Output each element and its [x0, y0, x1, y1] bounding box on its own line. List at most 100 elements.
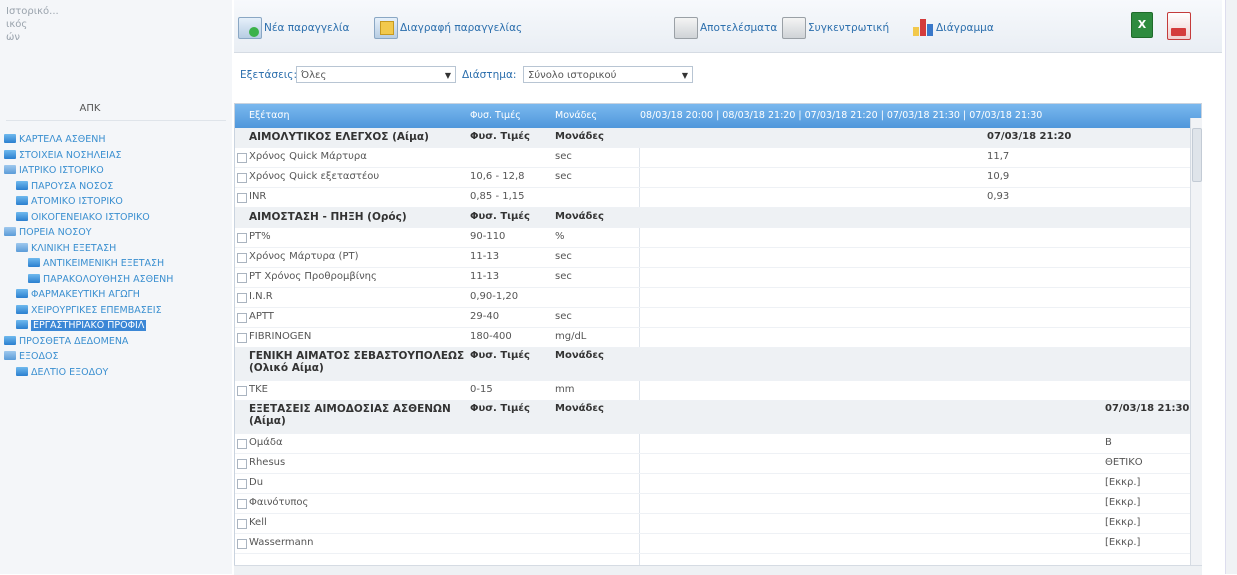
sidebar-item[interactable]: ΑΤΟΜΙΚΟ ΙΣΤΟΡΙΚΟ — [4, 196, 232, 209]
sidebar-item[interactable]: ΟΙΚΟΓΕΝΕΙΑΚΟ ΙΣΤΟΡΙΚΟ — [4, 211, 232, 225]
row-checkbox[interactable] — [237, 293, 247, 303]
sidebar-item[interactable]: ΠΡΟΣΘΕΤΑ ΔΕΔΟΜΕΝΑ — [4, 335, 232, 349]
column-header-dates[interactable]: 08/03/18 20:00 | 08/03/18 21:20 | 07/03/… — [640, 110, 1195, 121]
summary-label: Συγκεντρωτική — [808, 22, 890, 34]
summary-button[interactable]: Συγκεντρωτική — [782, 16, 889, 40]
divider — [6, 120, 226, 121]
page-icon — [16, 289, 28, 298]
table-row[interactable]: I.N.R 0,90-1,20 — [235, 288, 1201, 308]
sidebar-item[interactable]: ΣΤΟΙΧΕΙΑ ΝΟΣΗΛΕΙΑΣ — [4, 149, 232, 163]
page-icon — [4, 149, 16, 159]
row-checkbox[interactable] — [237, 313, 247, 323]
row-checkbox[interactable] — [237, 386, 247, 396]
sidebar-item[interactable]: ΕΡΓΑΣΤΗΡΙΑΚΟ ΠΡΟΦΙΛ — [4, 320, 232, 333]
row-checkbox[interactable] — [237, 153, 247, 163]
table-row[interactable]: PT Χρόνος Προθρομβίνης 11-13 sec — [235, 268, 1201, 288]
table-row[interactable]: Wassermann [Εκκρ.] — [235, 534, 1201, 554]
sidebar-item[interactable]: ΑΝΤΙΚΕΙΜΕΝΙΚΗ ΕΞΕΤΑΣΗ — [4, 258, 232, 271]
row-checkbox[interactable] — [237, 519, 247, 529]
sidebar-item-label: ΔΕΛΤΙΟ ΕΞΟΔΟΥ — [31, 366, 109, 378]
sidebar-item[interactable]: ΙΑΤΡΙΚΟ ΙΣΤΟΡΙΚΟ — [4, 165, 232, 178]
group-row: ΓΕΝΙΚΗ ΑΙΜΑΤΟΣ ΣΕΒΑΣΤΟΥΠΟΛΕΩΣ (Ολικό Αίμ… — [235, 348, 1201, 381]
grid-header: Εξέταση Φυσ. Τιμές Μονάδες 08/03/18 20:0… — [235, 104, 1201, 128]
test-name-cell: PT% — [249, 231, 271, 242]
column-header-test[interactable]: Εξέταση — [249, 110, 449, 121]
sidebar-item-label: ΠΡΟΣΘΕΤΑ ΔΕΔΟΜΕΝΑ — [19, 335, 129, 347]
row-checkbox[interactable] — [237, 479, 247, 489]
pdf-export-icon[interactable] — [1167, 12, 1191, 40]
page-icon — [16, 320, 28, 329]
value-cell: 10,9 — [987, 171, 1010, 182]
toolbar: Νέα παραγγελία Διαγραφή παραγγελίας Αποτ… — [234, 0, 1222, 53]
table-row[interactable]: Ομάδα B — [235, 434, 1201, 454]
table-row[interactable]: Χρόνος Μάρτυρα (PT) 11-13 sec — [235, 248, 1201, 268]
sidebar-item[interactable]: ΚΑΡΤΕΛΑ ΑΣΘΕΝΗ — [4, 134, 232, 147]
row-checkbox[interactable] — [237, 233, 247, 243]
row-checkbox[interactable] — [237, 173, 247, 183]
right-panel-edge — [1225, 0, 1237, 574]
row-checkbox[interactable] — [237, 459, 247, 469]
sidebar-item[interactable]: ΔΕΛΤΙΟ ΕΞΟΔΟΥ — [4, 366, 232, 380]
reference-cell: 0,85 - 1,15 — [470, 191, 525, 202]
exam-filter-value: Όλες — [301, 70, 327, 81]
value-cell: [Εκκρ.] — [1105, 477, 1141, 488]
table-row[interactable]: APTT 29-40 sec — [235, 308, 1201, 328]
sidebar-item-label: ΑΝΤΙΚΕΙΜΕΝΙΚΗ ΕΞΕΤΑΣΗ — [43, 258, 165, 269]
page-icon — [4, 134, 16, 143]
table-row[interactable]: Du [Εκκρ.] — [235, 474, 1201, 494]
table-row[interactable]: Φαινότυπος [Εκκρ.] — [235, 494, 1201, 514]
period-filter-value: Σύνολο ιστορικού — [528, 70, 617, 81]
test-name-cell: Kell — [249, 517, 267, 528]
test-name-cell: Χρόνος Μάρτυρα (PT) — [249, 251, 359, 262]
sidebar-item[interactable]: ΠΑΡΟΥΣΑ ΝΟΣΟΣ — [4, 180, 232, 194]
table-row[interactable]: Rhesus ΘΕΤΙΚΟ — [235, 454, 1201, 474]
period-filter-select[interactable]: Σύνολο ιστορικού ▼ — [523, 66, 693, 83]
table-row[interactable]: Kell [Εκκρ.] — [235, 514, 1201, 534]
new-order-button[interactable]: Νέα παραγγελία — [238, 16, 349, 40]
row-checkbox[interactable] — [237, 193, 247, 203]
table-row[interactable]: PT% 90-110% — [235, 228, 1201, 248]
column-header-units[interactable]: Μονάδες — [555, 110, 635, 121]
test-name-cell: Χρόνος Quick εξεταστέου — [249, 171, 380, 182]
sidebar-item[interactable]: ΦΑΡΜΑΚΕΥΤΙΚΗ ΑΓΩΓΗ — [4, 289, 232, 302]
row-checkbox[interactable] — [237, 333, 247, 343]
sidebar-item[interactable]: ΚΛΙΝΙΚΗ ΕΞΕΤΑΣΗ — [4, 242, 232, 256]
value-cell: 07/03/18 21:20 — [987, 131, 1072, 142]
table-row[interactable]: INR 0,85 - 1,15 0,93 — [235, 188, 1201, 208]
value-cell: 11,7 — [987, 151, 1010, 162]
row-checkbox[interactable] — [237, 439, 247, 449]
sidebar-item-label: ΣΤΟΙΧΕΙΑ ΝΟΣΗΛΕΙΑΣ — [19, 149, 122, 161]
value-cell: ΘΕΤΙΚΟ — [1105, 457, 1143, 468]
test-name-cell: ΑΙΜΟΛΥΤΙΚΟΣ ΕΛΕΓΧΟΣ (Αίμα) — [249, 131, 429, 143]
sidebar-item[interactable]: ΧΕΙΡΟΥΡΓΙΚΕΣ ΕΠΕΜΒΑΣΕΙΣ — [4, 304, 232, 318]
excel-export-icon[interactable]: X — [1131, 12, 1153, 38]
results-button[interactable]: Αποτελέσματα — [674, 16, 777, 40]
test-name-cell: Du — [249, 477, 264, 488]
sidebar-item-label: ΚΛΙΝΙΚΗ ΕΞΕΤΑΣΗ — [31, 242, 117, 254]
table-row[interactable]: FIBRINOGEN 180-400 mg/dL — [235, 328, 1201, 348]
row-checkbox[interactable] — [237, 273, 247, 283]
printer-icon — [674, 17, 698, 39]
exam-filter-select[interactable]: Όλες ▼ — [296, 66, 456, 83]
sidebar-item-label: ΟΙΚΟΓΕΝΕΙΑΚΟ ΙΣΤΟΡΙΚΟ — [31, 211, 150, 223]
column-header-ref[interactable]: Φυσ. Τιμές — [470, 110, 550, 121]
sidebar-item[interactable]: ΠΟΡΕΙΑ ΝΟΣΟΥ — [4, 227, 232, 240]
table-row[interactable]: Χρόνος Quick Μάρτυρα sec 11,7 — [235, 148, 1201, 168]
chart-button[interactable]: Διάγραμμα — [912, 16, 994, 40]
sidebar-item-label: ΠΟΡΕΙΑ ΝΟΣΟΥ — [19, 227, 92, 238]
test-name-cell: INR — [249, 191, 267, 202]
delete-order-button[interactable]: Διαγραφή παραγγελίας — [374, 16, 522, 40]
scrollbar-thumb[interactable] — [1192, 128, 1202, 182]
patient-info-line: ών — [6, 32, 20, 43]
sidebar-item[interactable]: ΠΑΡΑΚΟΛΟΥΘΗΣΗ ΑΣΘΕΝΗ — [4, 273, 232, 287]
sidebar-item[interactable]: ΕΞΟΔΟΣ — [4, 351, 232, 364]
table-row[interactable]: TKE 0-15 mm — [235, 381, 1201, 401]
table-row[interactable]: Χρόνος Quick εξεταστέου 10,6 - 12,8 sec 10,… — [235, 168, 1201, 188]
delete-order-label: Διαγραφή παραγγελίας — [400, 22, 523, 34]
row-checkbox[interactable] — [237, 499, 247, 509]
page-icon — [28, 258, 40, 267]
reference-cell: Φυσ. Τιμές — [470, 131, 530, 142]
row-checkbox[interactable] — [237, 253, 247, 263]
vertical-scrollbar[interactable] — [1190, 118, 1202, 566]
row-checkbox[interactable] — [237, 539, 247, 549]
